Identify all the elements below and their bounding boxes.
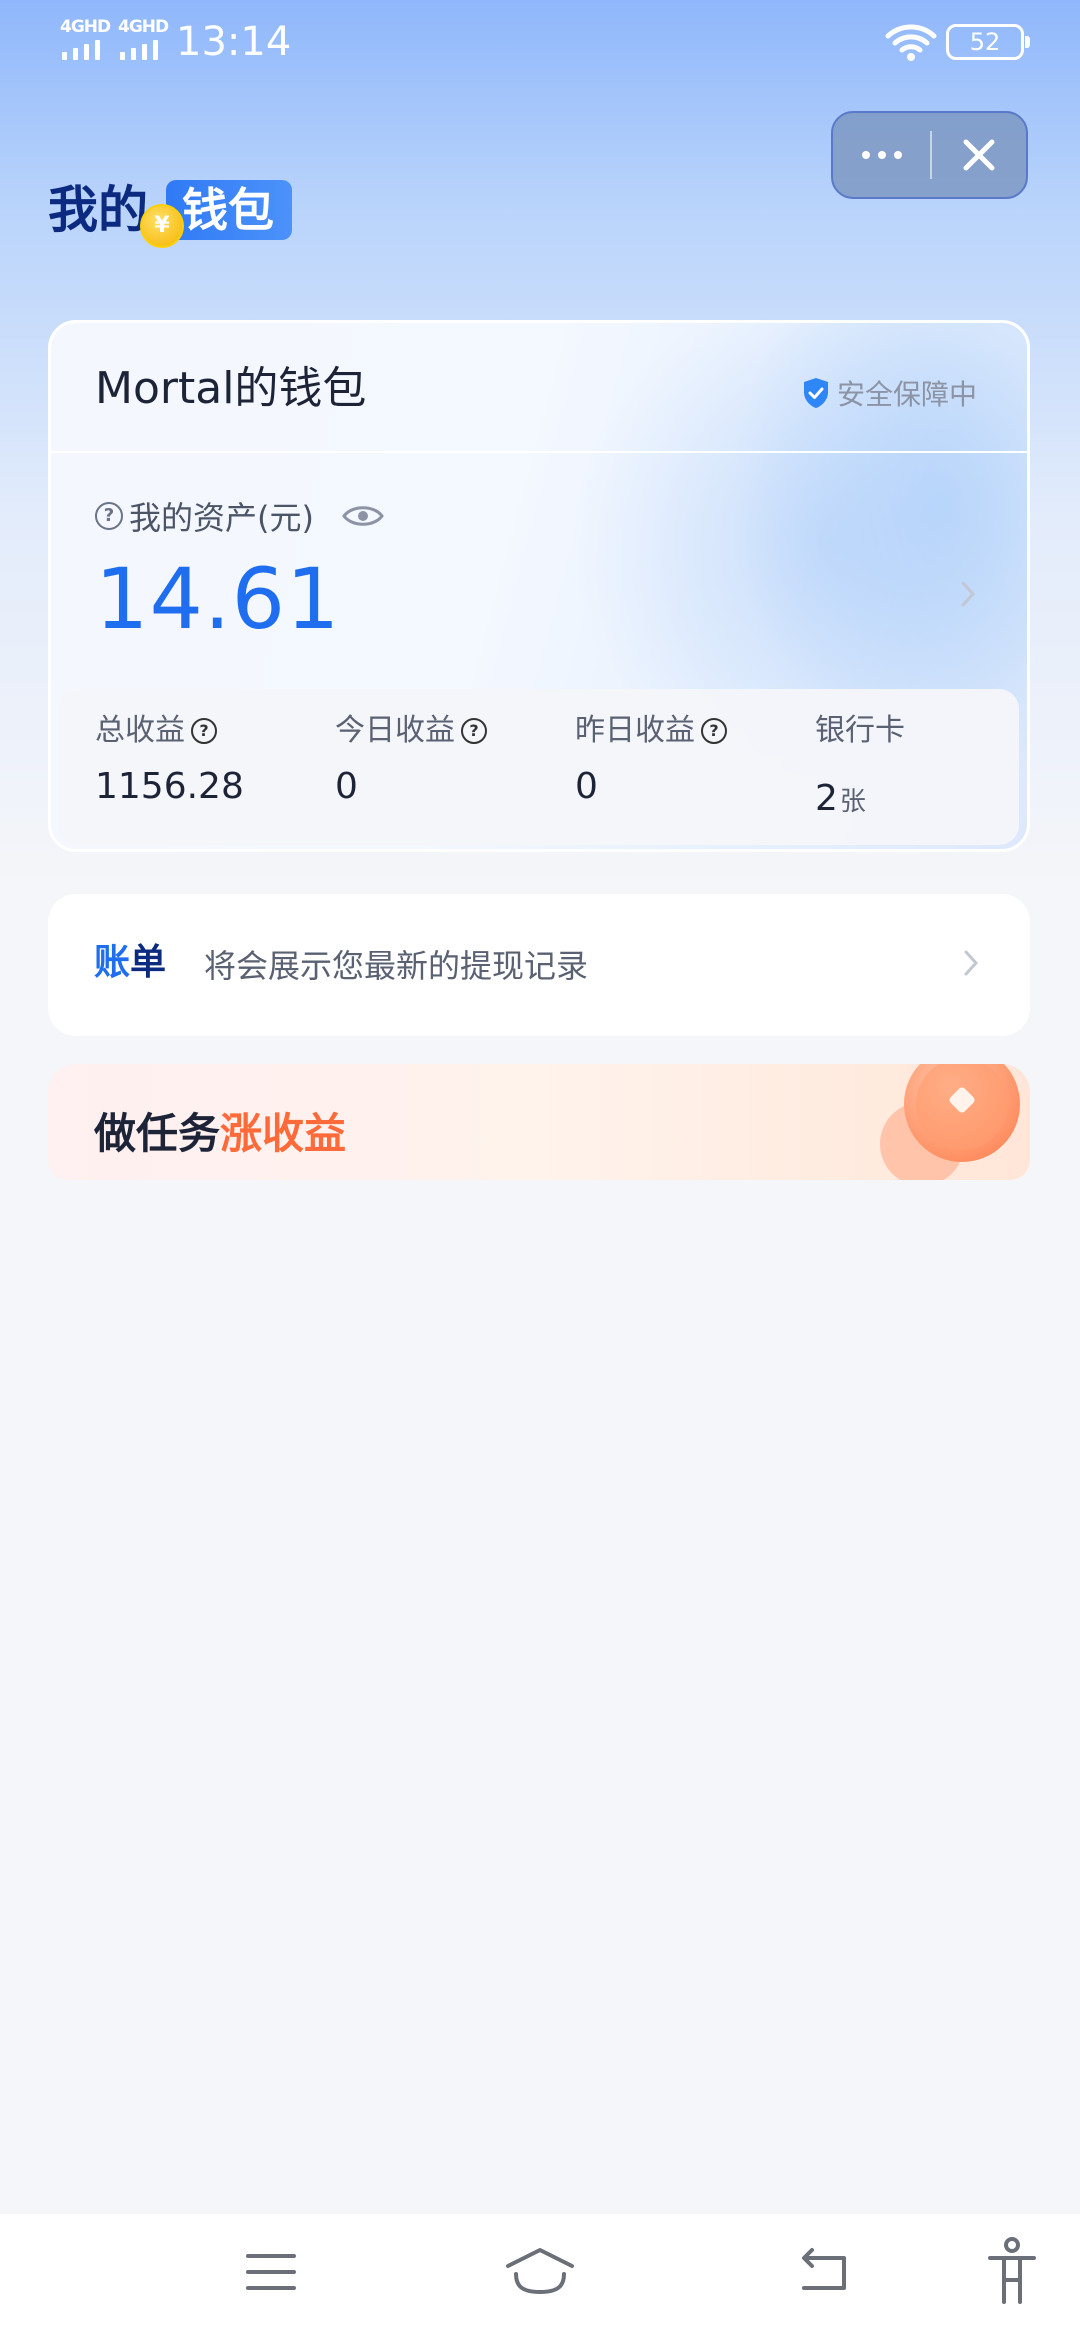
- stat-label: 银行卡: [815, 713, 905, 748]
- task-title-part-1: 做任务: [94, 1109, 221, 1158]
- coin-stack-icon: [880, 1064, 1020, 1180]
- bill-logo-part-2: 单: [130, 942, 167, 983]
- mini-program-capsule: [831, 111, 1028, 199]
- stat-label: 今日收益: [335, 713, 455, 748]
- close-button[interactable]: [932, 113, 1026, 197]
- more-icon[interactable]: [833, 113, 930, 197]
- stat-bank-cards[interactable]: 银行卡 2张: [815, 711, 905, 824]
- stat-value: 2: [815, 778, 838, 819]
- status-time: 13:14: [176, 19, 292, 65]
- bill-description: 将会展示您最新的提现记录: [204, 947, 589, 985]
- battery-icon: 52: [946, 24, 1030, 60]
- signal-2-icon: 4GHD: [118, 17, 169, 60]
- coin-icon: ¥: [140, 204, 184, 248]
- help-icon[interactable]: ?: [701, 718, 727, 744]
- stat-value: 0: [575, 766, 598, 807]
- battery-level: 52: [969, 28, 1001, 56]
- stat-unit: 张: [839, 787, 866, 817]
- status-bar: 4GHD 4GHD 13:14 52: [0, 0, 1080, 84]
- home-icon[interactable]: [504, 2242, 576, 2302]
- signal-1-icon: 4GHD: [60, 17, 111, 60]
- stat-total-earnings[interactable]: 总收益? 1156.28: [95, 711, 244, 809]
- chevron-right-icon[interactable]: [959, 579, 977, 609]
- eye-icon[interactable]: [342, 503, 384, 529]
- title-part-1: 我的: [48, 181, 148, 239]
- wallet-screen: 4GHD 4GHD 13:14 52 我的 钱包 ¥ Mortal的钱包 安全保…: [0, 0, 1080, 2340]
- earnings-stats: 总收益? 1156.28 今日收益? 0 昨日收益? 0 银行卡 2张: [59, 689, 1019, 845]
- system-nav-bar: [0, 2214, 1080, 2340]
- signal-1-label: 4GHD: [60, 17, 111, 37]
- shield-check-icon: [803, 378, 828, 408]
- signal-2-label: 4GHD: [118, 17, 169, 37]
- task-title: 做任务涨收益: [94, 1108, 346, 1160]
- assets-value: 14.61: [95, 550, 341, 648]
- chevron-right-icon: [964, 950, 979, 976]
- accessibility-icon[interactable]: [986, 2236, 1038, 2306]
- back-icon[interactable]: [796, 2242, 854, 2302]
- task-card[interactable]: 做任务涨收益: [48, 1064, 1030, 1180]
- bill-logo-part-1: 账: [94, 942, 131, 983]
- stat-today-earnings[interactable]: 今日收益? 0: [335, 711, 487, 809]
- help-icon[interactable]: ?: [95, 502, 123, 530]
- help-icon[interactable]: ?: [461, 718, 487, 744]
- title-part-2: 钱包: [166, 180, 292, 240]
- close-icon: [963, 139, 995, 171]
- help-icon[interactable]: ?: [191, 718, 217, 744]
- wallet-card[interactable]: Mortal的钱包 安全保障中 ? 我的资产(元) 14.61 总收益? 115…: [48, 320, 1030, 852]
- bill-logo: 账单: [94, 940, 166, 986]
- stat-label: 昨日收益: [575, 713, 695, 748]
- stat-value: 0: [335, 766, 358, 807]
- wifi-icon: [885, 24, 937, 61]
- assets-label-row: ? 我的资产(元): [95, 493, 384, 539]
- stat-label: 总收益: [95, 713, 185, 748]
- task-title-part-2: 涨收益: [220, 1109, 347, 1158]
- assets-label: 我的资产(元): [129, 499, 314, 537]
- safety-badge-label: 安全保障中: [836, 378, 977, 411]
- wallet-owner-name: Mortal的钱包: [95, 363, 367, 414]
- stat-yesterday-earnings[interactable]: 昨日收益? 0: [575, 711, 727, 809]
- wallet-card-header: Mortal的钱包 安全保障中: [51, 323, 1027, 453]
- bill-card[interactable]: 账单 将会展示您最新的提现记录: [48, 894, 1030, 1036]
- stat-value: 1156.28: [95, 766, 244, 807]
- menu-icon[interactable]: [244, 2242, 298, 2302]
- safety-badge: 安全保障中: [801, 373, 977, 413]
